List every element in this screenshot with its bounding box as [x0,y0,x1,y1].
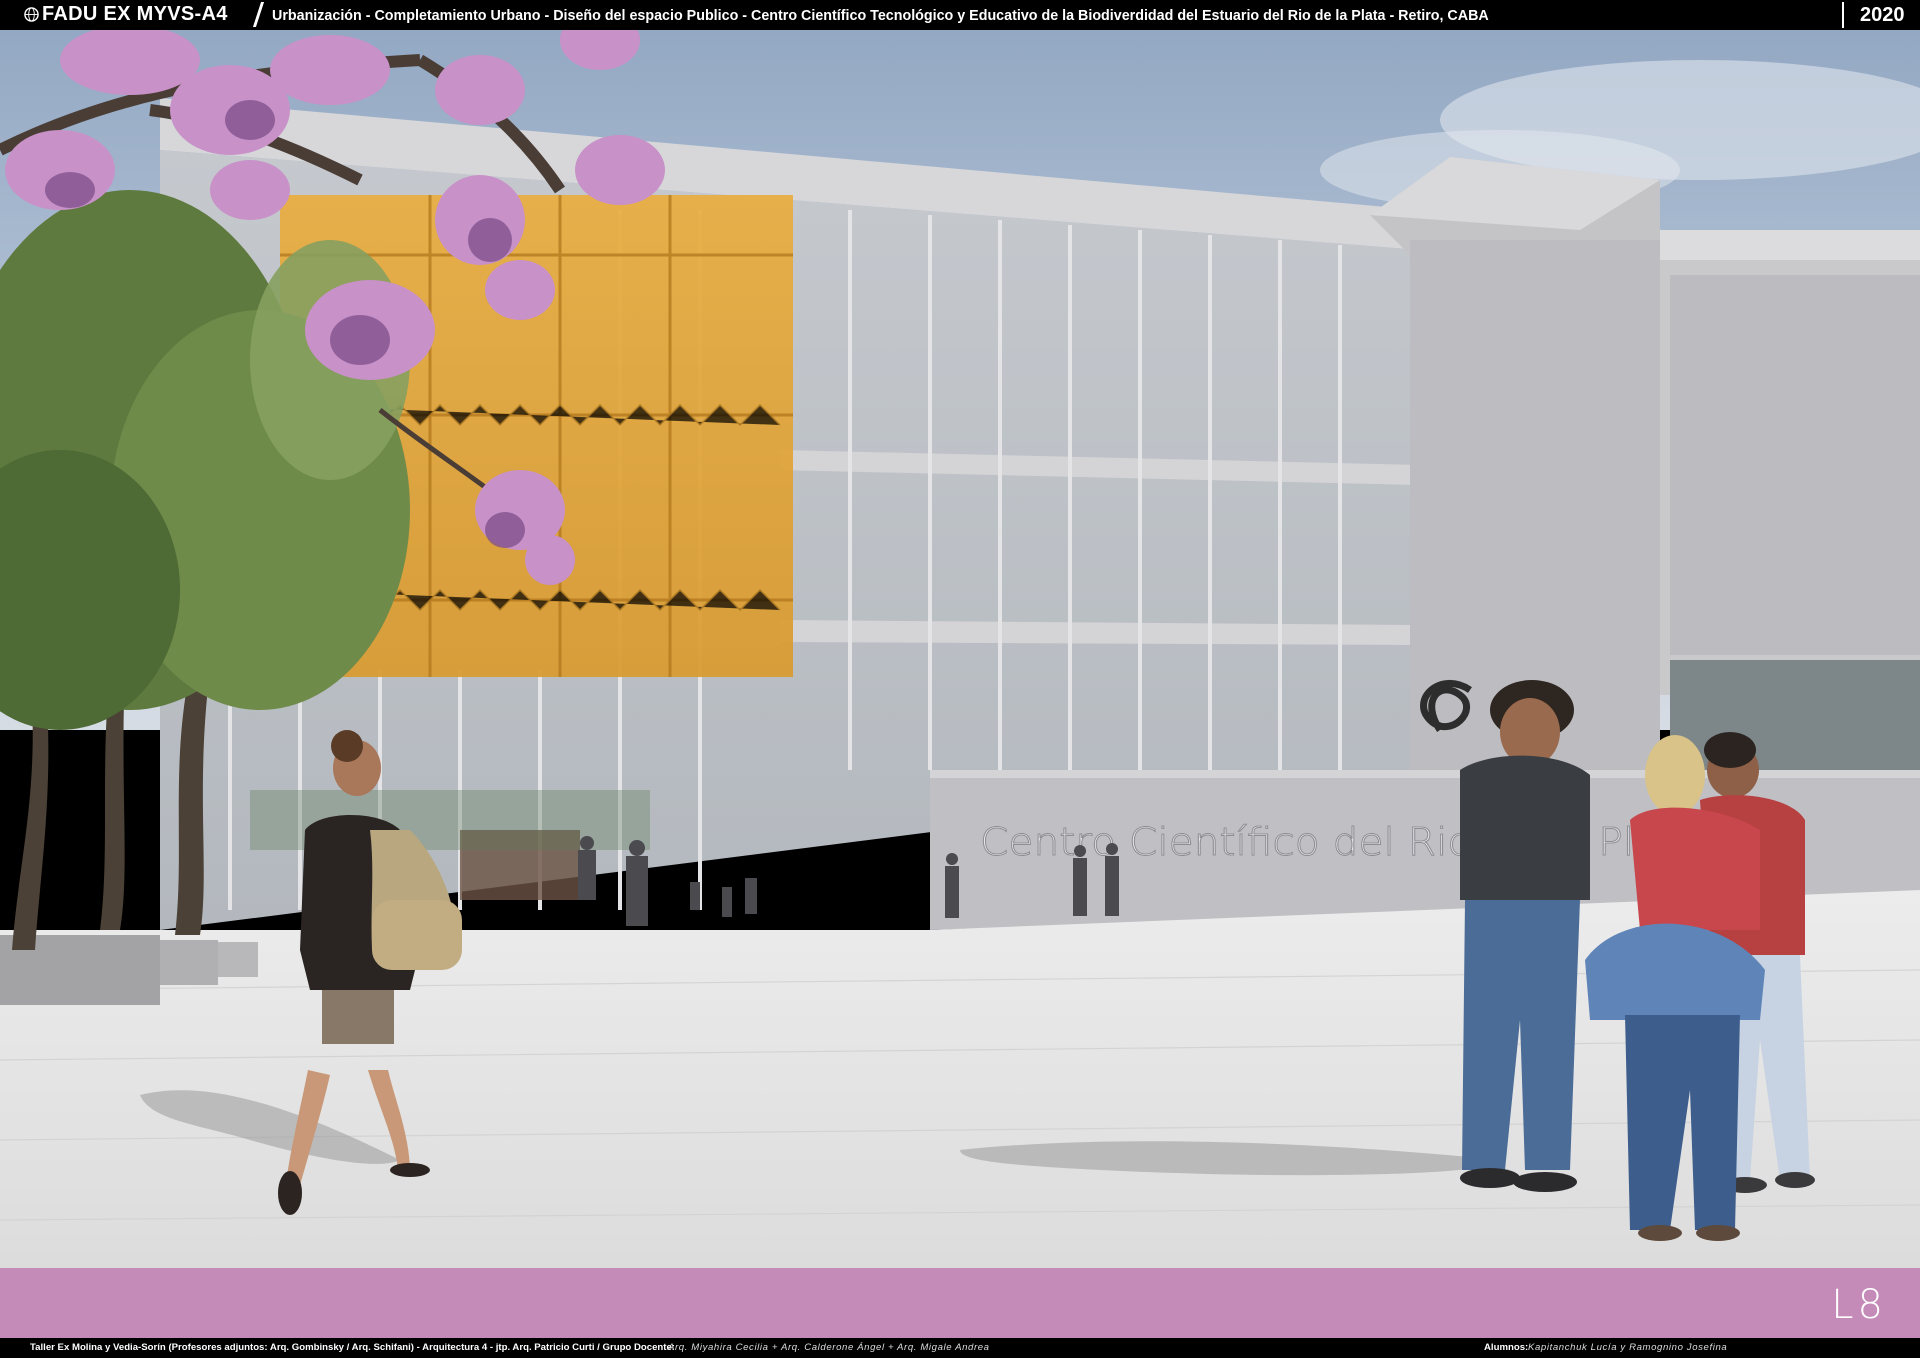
architectural-render: Centro Científico del Rio de la Plata [0,30,1920,1268]
sheet-number: L8 [1831,1282,1887,1328]
concrete-tower [1370,157,1660,770]
year-divider [1842,2,1844,28]
footer-credits: Taller Ex Molina y Vedia-Sorín (Profesor… [0,1338,1920,1358]
header-divider [252,2,265,27]
render-illustration: Centro Científico del Rio de la Plata [0,30,1920,1268]
alumnos-names: Kapitanchuk Lucía y Ramognino Josefina [1528,1342,1728,1353]
course-code: FADU EX MYVS-A4 [42,3,228,25]
side-building [1660,230,1920,790]
docentes-names: Arq. Miyahira Cecilia + Arq. Calderone Á… [668,1342,990,1353]
project-year: 2020 [1860,4,1905,26]
wall-sign-text: Centro Científico del Rio de la Plata [980,820,1700,864]
taller-text: Taller Ex Molina y Vedia-Sorín (Profesor… [30,1342,676,1353]
globe-icon [24,7,39,22]
presentation-sheet: FADU EX MYVS-A4 Urbanización - Completam… [0,0,1920,1358]
pink-band: L8 [0,1268,1920,1338]
green-foliage [0,190,410,730]
alumnos-label: Alumnos: [1484,1342,1529,1353]
project-title: Urbanización - Completamiento Urbano - D… [272,8,1489,24]
header-bar: FADU EX MYVS-A4 Urbanización - Completam… [0,0,1920,30]
taller-credits: Taller Ex Molina y Vedia-Sorín (Profesor… [30,1342,675,1353]
